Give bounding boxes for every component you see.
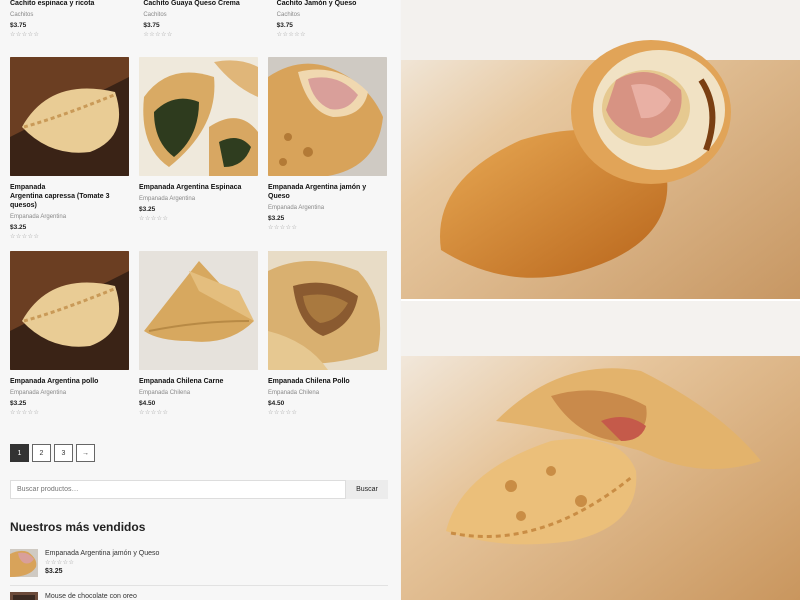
product-name[interactable]: Empanada Argentina Espinaca xyxy=(139,183,258,192)
bestseller-price: $3.25 xyxy=(45,568,63,575)
product-price: $4.50 xyxy=(268,400,285,407)
rating-stars: ☆☆☆☆☆ xyxy=(268,410,298,416)
product-image[interactable] xyxy=(268,57,387,176)
product-image[interactable] xyxy=(139,57,258,176)
product-row: Empanada Argentina capressa (Tomate 3 qu… xyxy=(10,57,390,241)
product-name[interactable]: Cachito Jamón y Queso xyxy=(277,0,390,8)
product-name[interactable]: Cachito espinaca y ricota xyxy=(10,0,123,8)
product-name[interactable]: Empanada Argentina pollo xyxy=(10,377,129,386)
product-card[interactable]: Empanada Argentina jamón y Queso Empanad… xyxy=(268,57,387,241)
rating-stars: ☆☆☆☆☆ xyxy=(143,32,173,38)
product-name[interactable]: Empanada Chilena Carne xyxy=(139,377,258,386)
product-photo-empanada xyxy=(401,301,800,600)
product-price: $3.25 xyxy=(268,215,285,222)
rating-stars: ☆☆☆☆☆ xyxy=(10,32,40,38)
product-category[interactable]: Empanada Argentina xyxy=(139,195,258,203)
product-category[interactable]: Empanada Chilena xyxy=(268,389,387,397)
product-category[interactable]: Empanada Chilena xyxy=(139,389,258,397)
bestseller-thumbnail[interactable] xyxy=(10,549,38,577)
bestseller-item[interactable]: Mouse de chocolate con oreo xyxy=(10,592,388,600)
product-row: Empanada Argentina pollo Empanada Argent… xyxy=(10,251,390,417)
bestseller-name[interactable]: Mouse de chocolate con oreo xyxy=(45,592,137,600)
page-1-button[interactable]: 1 xyxy=(10,444,29,462)
product-card[interactable]: Cachito Guaya Queso Crema Cachitos $3.75… xyxy=(143,0,256,39)
bestseller-name[interactable]: Empanada Argentina jamón y Queso xyxy=(45,549,159,558)
product-name-line2[interactable]: Argentina capressa (Tomate 3 quesos) xyxy=(10,193,109,209)
page-3-button[interactable]: 3 xyxy=(54,444,73,462)
bestseller-item[interactable]: Empanada Argentina jamón y Queso ☆☆☆☆☆ $… xyxy=(10,549,388,577)
product-price: $3.75 xyxy=(10,22,27,29)
bestseller-thumbnail[interactable] xyxy=(10,592,38,600)
product-card[interactable]: Empanada Argentina pollo Empanada Argent… xyxy=(10,251,129,417)
product-image[interactable] xyxy=(268,251,387,370)
page-2-button[interactable]: 2 xyxy=(32,444,51,462)
product-price: $3.25 xyxy=(10,400,27,407)
pagination: 1 2 3 → xyxy=(10,444,95,462)
product-price: $3.25 xyxy=(139,206,156,213)
product-row-top: Cachito espinaca y ricota Cachitos $3.75… xyxy=(10,0,390,39)
rating-stars: ☆☆☆☆☆ xyxy=(139,410,169,416)
search-input[interactable] xyxy=(10,480,346,499)
product-card[interactable]: Empanada Argentina capressa (Tomate 3 qu… xyxy=(10,57,129,241)
product-card[interactable]: Cachito espinaca y ricota Cachitos $3.75… xyxy=(10,0,123,39)
product-category[interactable]: Empanada Argentina xyxy=(268,204,387,212)
product-category[interactable]: Empanada Argentina xyxy=(10,213,129,221)
product-card[interactable]: Empanada Argentina Espinaca Empanada Arg… xyxy=(139,57,258,241)
product-search: Buscar xyxy=(10,480,388,499)
bestsellers-title: Nuestros más vendidos xyxy=(10,520,146,534)
product-card[interactable]: Empanada Chilena Pollo Empanada Chilena … xyxy=(268,251,387,417)
product-category[interactable]: Empanada Argentina xyxy=(10,389,129,397)
product-name[interactable]: Cachito Guaya Queso Crema xyxy=(143,0,256,8)
rating-stars: ☆☆☆☆☆ xyxy=(10,410,40,416)
product-name[interactable]: Empanada Argentina jamón y Queso xyxy=(268,183,387,201)
product-image[interactable] xyxy=(10,251,129,370)
product-card[interactable]: Cachito Jamón y Queso Cachitos $3.75 ☆☆☆… xyxy=(277,0,390,39)
product-name[interactable]: Empanada Chilena Pollo xyxy=(268,377,387,386)
product-category[interactable]: Cachitos xyxy=(277,11,390,19)
product-photo-cachito xyxy=(401,0,800,299)
product-price: $3.75 xyxy=(276,22,293,29)
rating-stars: ☆☆☆☆☆ xyxy=(45,560,75,566)
bestseller-info: Mouse de chocolate con oreo xyxy=(45,592,137,600)
product-category[interactable]: Cachitos xyxy=(10,11,123,19)
next-page-button[interactable]: → xyxy=(76,444,95,462)
product-photos-panel xyxy=(401,0,800,600)
product-name-line1[interactable]: Empanada xyxy=(10,184,45,191)
search-button[interactable]: Buscar xyxy=(346,480,388,499)
product-price: $3.75 xyxy=(143,22,160,29)
rating-stars: ☆☆☆☆☆ xyxy=(139,216,169,222)
product-image[interactable] xyxy=(10,57,129,176)
product-category[interactable]: Cachitos xyxy=(143,11,256,19)
product-image[interactable] xyxy=(139,251,258,370)
product-price: $3.25 xyxy=(10,224,27,231)
product-name[interactable]: Empanada Argentina capressa (Tomate 3 qu… xyxy=(10,183,129,210)
product-card[interactable]: Empanada Chilena Carne Empanada Chilena … xyxy=(139,251,258,417)
divider xyxy=(10,585,388,586)
bestseller-info: Empanada Argentina jamón y Queso ☆☆☆☆☆ $… xyxy=(45,549,159,577)
rating-stars: ☆☆☆☆☆ xyxy=(268,225,298,231)
product-listing-panel: Cachito espinaca y ricota Cachitos $3.75… xyxy=(0,0,400,600)
rating-stars: ☆☆☆☆☆ xyxy=(276,32,307,38)
product-price: $4.50 xyxy=(139,400,156,407)
rating-stars: ☆☆☆☆☆ xyxy=(10,234,40,240)
